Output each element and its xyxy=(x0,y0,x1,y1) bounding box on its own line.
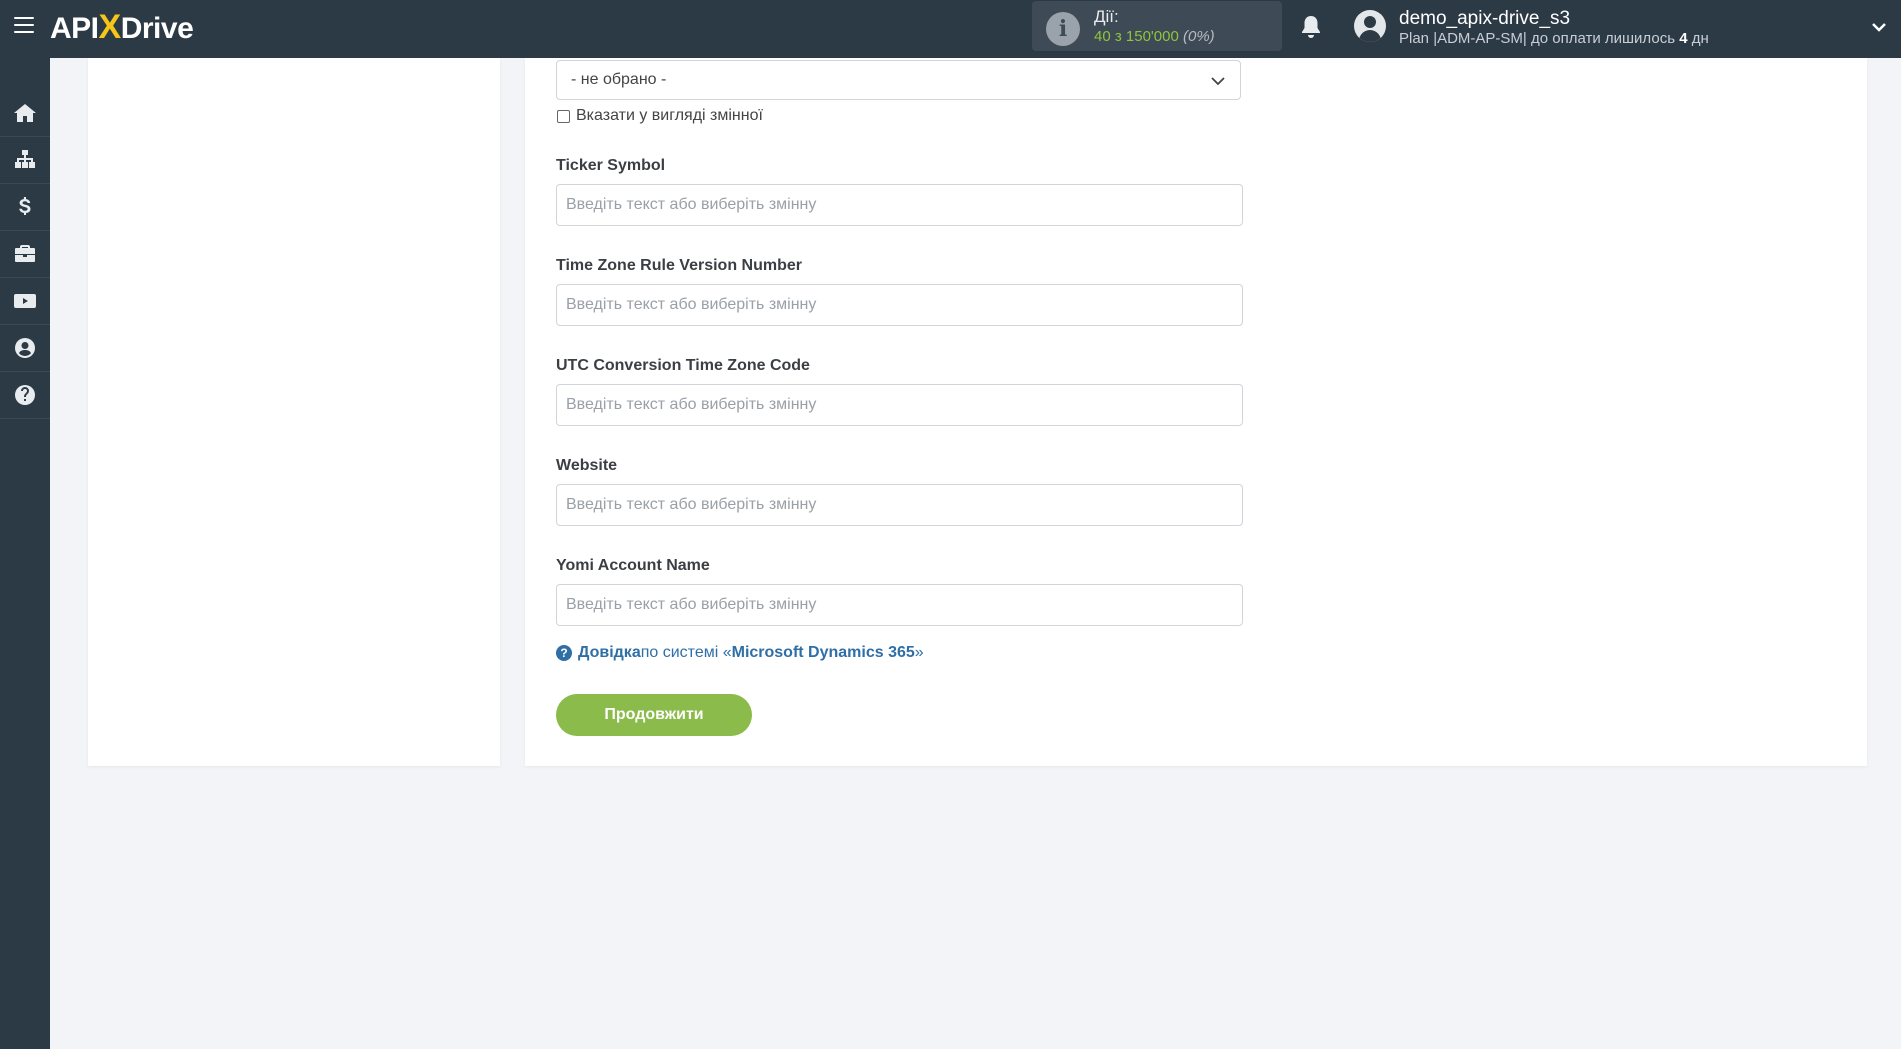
variable-checkbox[interactable] xyxy=(557,109,570,123)
question-circle-icon: ? xyxy=(556,645,572,661)
user-name[interactable]: demo_apix-drive_s3 xyxy=(1399,8,1570,30)
actions-label: Дії: xyxy=(1094,7,1119,26)
label-website: Website xyxy=(556,457,618,474)
avatar[interactable] xyxy=(1354,10,1386,42)
yomi-account-name-input[interactable] xyxy=(556,584,1243,626)
briefcase-icon xyxy=(15,245,35,262)
sidebar-item-profile[interactable] xyxy=(0,325,50,372)
actions-counter[interactable]: i Дії: 40 з 150'000 (0%) xyxy=(1032,1,1282,51)
info-icon: i xyxy=(1046,12,1080,46)
bell-icon[interactable] xyxy=(1299,14,1323,40)
plan-info: Plan |ADM-AP-SM| до оплати лишилось 4 дн xyxy=(1399,30,1709,47)
sidebar-item-help[interactable] xyxy=(0,372,50,419)
help-line: ? Довідка по системі « Microsoft Dynamic… xyxy=(556,644,924,662)
help-end-text: » xyxy=(914,644,924,661)
dollar-icon xyxy=(19,197,31,215)
chevron-down-icon xyxy=(1211,77,1225,86)
menu-icon[interactable] xyxy=(14,17,34,33)
left-panel xyxy=(88,58,500,766)
help-middle-text: по системі « xyxy=(640,644,732,661)
variable-checkbox-label: Вказати у вигляді змінної xyxy=(576,107,763,124)
continue-button[interactable]: Продовжити xyxy=(556,694,752,736)
actions-count: 40 з 150'000 (0%) xyxy=(1094,28,1215,45)
field-select[interactable]: - не обрано - xyxy=(556,60,1241,100)
apix-drive-logo[interactable]: APIXDrive xyxy=(50,8,194,47)
label-ticker-symbol: Ticker Symbol xyxy=(556,157,666,174)
sidebar xyxy=(0,58,50,1049)
sidebar-item-videos[interactable] xyxy=(0,278,50,325)
help-system-link[interactable]: Microsoft Dynamics 365 xyxy=(732,644,915,662)
sidebar-item-tasks[interactable] xyxy=(0,231,50,278)
help-link[interactable]: Довідка xyxy=(578,644,641,662)
sidebar-item-connections[interactable] xyxy=(0,137,50,184)
website-input[interactable] xyxy=(556,484,1243,526)
top-bar: APIXDrive i Дії: 40 з 150'000 (0%) demo_… xyxy=(0,0,1901,58)
sidebar-item-home[interactable] xyxy=(0,90,50,137)
sitemap-icon xyxy=(15,150,35,168)
chevron-down-icon[interactable] xyxy=(1870,18,1888,36)
select-value: - не обрано - xyxy=(571,71,667,88)
youtube-icon xyxy=(14,294,36,308)
variable-checkbox-row[interactable]: Вказати у вигляді змінної xyxy=(557,106,763,126)
time-zone-rule-version-input[interactable] xyxy=(556,284,1243,326)
sidebar-item-billing[interactable] xyxy=(0,184,50,231)
utc-conversion-code-input[interactable] xyxy=(556,384,1243,426)
label-utc-conversion-code: UTC Conversion Time Zone Code xyxy=(556,357,810,374)
user-circle-icon xyxy=(15,338,35,358)
ticker-symbol-input[interactable] xyxy=(556,184,1243,226)
question-circle-icon xyxy=(15,385,35,405)
home-icon xyxy=(14,104,36,122)
label-yomi-account-name: Yomi Account Name xyxy=(556,557,710,574)
label-time-zone-rule-version: Time Zone Rule Version Number xyxy=(556,257,802,274)
